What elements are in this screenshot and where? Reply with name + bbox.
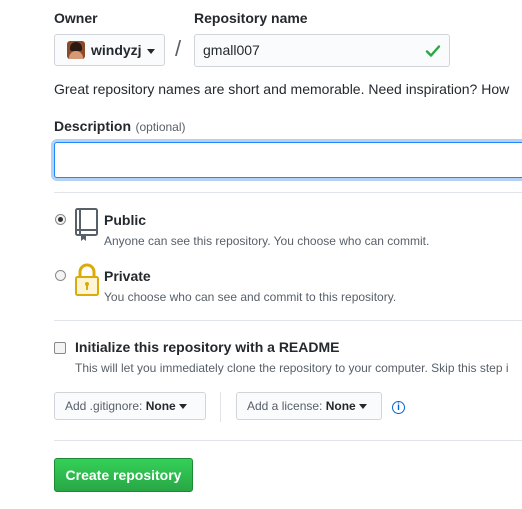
repo-name-label: Repository name xyxy=(194,10,308,26)
info-icon[interactable]: i xyxy=(392,401,405,414)
lock-icon xyxy=(75,263,99,296)
repo-icon xyxy=(75,208,98,241)
owner-name: windyzj xyxy=(91,42,142,58)
public-desc: Anyone can see this repository. You choo… xyxy=(104,234,430,248)
repo-name-value: gmall007 xyxy=(203,42,260,58)
init-readme-label[interactable]: Initialize this repository with a README xyxy=(75,339,339,355)
vertical-divider xyxy=(220,392,221,422)
gitignore-value: None xyxy=(145,399,176,413)
public-title: Public xyxy=(104,212,147,228)
init-readme-desc: This will let you immediately clone the … xyxy=(75,361,509,375)
license-select[interactable]: Add a license: None xyxy=(236,392,382,420)
check-icon xyxy=(425,45,441,57)
divider xyxy=(54,320,522,321)
license-prefix: Add a license: xyxy=(247,399,323,413)
private-desc: You choose who can see and commit to thi… xyxy=(104,290,397,304)
divider xyxy=(54,192,522,193)
private-title: Private xyxy=(104,268,151,284)
description-optional: (optional) xyxy=(135,120,186,134)
init-readme-checkbox[interactable] xyxy=(54,342,66,354)
chevron-down-icon xyxy=(147,49,155,54)
divider xyxy=(54,440,522,441)
chevron-down-icon xyxy=(359,404,368,410)
gitignore-select[interactable]: Add .gitignore: None xyxy=(54,392,206,420)
description-label-group: Description (optional) xyxy=(54,118,186,136)
repo-name-hint: Great repository names are short and mem… xyxy=(54,81,510,97)
gitignore-prefix: Add .gitignore: xyxy=(65,399,143,413)
avatar xyxy=(67,41,85,59)
owner-repo-separator: / xyxy=(175,36,182,61)
owner-select[interactable]: windyzj xyxy=(54,34,165,66)
chevron-down-icon xyxy=(179,404,188,410)
public-radio[interactable] xyxy=(55,214,66,225)
private-radio[interactable] xyxy=(55,270,66,281)
repo-name-input[interactable]: gmall007 xyxy=(194,34,450,67)
create-repository-button[interactable]: Create repository xyxy=(54,458,193,492)
license-value: None xyxy=(325,399,356,413)
description-label: Description xyxy=(54,118,132,134)
owner-label: Owner xyxy=(54,10,98,26)
description-input[interactable] xyxy=(54,142,522,178)
